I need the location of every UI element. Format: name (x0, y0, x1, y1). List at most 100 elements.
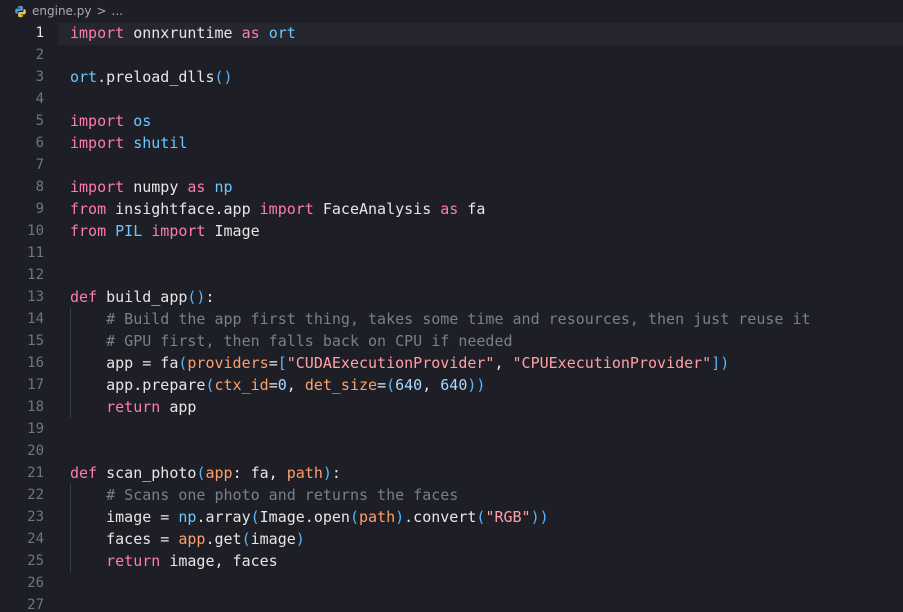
line-content: return image, faces (44, 550, 903, 572)
code-line[interactable]: 10 from PIL import Image (0, 220, 903, 242)
line-content: # GPU first, then falls back on CPU if n… (44, 330, 903, 352)
code-line[interactable]: 20 (0, 440, 903, 462)
code-token: np (214, 178, 233, 196)
code-token: import (259, 200, 314, 218)
line-content: faces = app.get(image) (44, 528, 903, 550)
code-editor[interactable]: 1 import onnxruntime as ort 2 3 ort.preload_… (0, 22, 903, 612)
line-content: from insightface.app import FaceAnalysis… (44, 198, 903, 220)
line-content: from PIL import Image (44, 220, 903, 242)
line-number: 22 (27, 487, 44, 503)
code-token: image (250, 530, 296, 548)
code-token: np (178, 508, 197, 526)
code-token: import (70, 178, 125, 196)
code-line[interactable]: 26 (0, 572, 903, 594)
line-content (44, 88, 903, 110)
code-line[interactable]: 24 faces = app.get(image) (0, 528, 903, 550)
code-lines: 1 import onnxruntime as ort 2 3 ort.preload_… (0, 22, 903, 612)
code-token: () (187, 288, 206, 306)
code-token: faces = (70, 530, 179, 548)
code-token: ( (241, 530, 251, 548)
code-token: ( (205, 376, 215, 394)
line-number: 8 (35, 179, 44, 195)
code-token: PIL (115, 222, 143, 240)
code-line[interactable]: 13 def build_app(): (0, 286, 903, 308)
code-token: ]) (711, 354, 730, 372)
line-content (44, 594, 903, 612)
chevron-right-icon: > (96, 4, 107, 18)
code-token: fa (458, 200, 486, 218)
code-token: ) (295, 530, 305, 548)
code-line[interactable]: 7 (0, 154, 903, 176)
code-line[interactable]: 5 import os (0, 110, 903, 132)
line-number: 18 (27, 399, 44, 415)
line-number: 12 (27, 267, 44, 283)
line-number: 7 (35, 157, 44, 173)
code-line[interactable]: 16 app = fa(providers=["CUDAExecutionPro… (0, 352, 903, 374)
code-line[interactable]: 14 # Build the app first thing, takes so… (0, 308, 903, 330)
code-line[interactable]: 15 # GPU first, then falls back on CPU i… (0, 330, 903, 352)
code-line[interactable]: 2 (0, 44, 903, 66)
code-line[interactable]: 22 # Scans one photo and returns the fac… (0, 484, 903, 506)
code-token: , (494, 354, 513, 372)
code-line[interactable]: 1 import onnxruntime as ort (0, 22, 903, 44)
code-token: ort (70, 68, 98, 86)
line-number: 1 (35, 25, 44, 41)
code-token: app (160, 398, 197, 416)
code-token: = (268, 376, 278, 394)
code-token: shutil (133, 134, 188, 152)
line-number: 4 (35, 91, 44, 107)
line-content: import numpy as np (44, 176, 903, 198)
line-number: 14 (27, 311, 44, 327)
line-content: def scan_photo(app: fa, path): (44, 462, 903, 484)
code-line[interactable]: 3 ort.preload_dlls() (0, 66, 903, 88)
code-token: from (70, 200, 107, 218)
code-token: .preload_dlls (97, 68, 215, 86)
code-token: : (331, 464, 341, 482)
code-line[interactable]: 25 return image, faces (0, 550, 903, 572)
code-line[interactable]: 19 (0, 418, 903, 440)
code-token: ort (268, 24, 296, 42)
code-token: () (214, 68, 233, 86)
code-line[interactable]: 4 (0, 88, 903, 110)
code-token: ) (322, 464, 332, 482)
code-token: as (440, 200, 459, 218)
code-token: app (178, 530, 206, 548)
code-line[interactable]: 12 (0, 264, 903, 286)
code-line[interactable]: 8 import numpy as np (0, 176, 903, 198)
line-content (44, 44, 903, 66)
code-line[interactable]: 27 (0, 594, 903, 612)
code-line[interactable]: 18 return app (0, 396, 903, 418)
line-number: 21 (27, 465, 44, 481)
code-token: )) (530, 508, 549, 526)
code-token: scan_photo (97, 464, 197, 482)
code-token: ( (250, 508, 260, 526)
code-line[interactable]: 21 def scan_photo(app: fa, path): (0, 462, 903, 484)
code-token: ( (386, 376, 396, 394)
line-content (44, 154, 903, 176)
code-line[interactable]: 9 from insightface.app import FaceAnalysi… (0, 198, 903, 220)
code-token: as (241, 24, 260, 42)
line-number: 20 (27, 443, 44, 459)
line-content: import shutil (44, 132, 903, 154)
line-number: 6 (35, 135, 44, 151)
breadcrumb-file[interactable]: engine.py (32, 4, 91, 18)
code-token: return (106, 552, 161, 570)
code-line[interactable]: 17 app.prepare(ctx_id=0, det_size=(640, … (0, 374, 903, 396)
code-token: 640 (395, 376, 423, 394)
code-token: path (359, 508, 396, 526)
code-line[interactable]: 6 import shutil (0, 132, 903, 154)
code-token: FaceAnalysis (313, 200, 441, 218)
code-token: , (422, 376, 441, 394)
line-number: 17 (27, 377, 44, 393)
code-line[interactable]: 11 (0, 242, 903, 264)
code-token: : (205, 288, 215, 306)
breadcrumb-more[interactable]: ... (112, 4, 123, 18)
code-line[interactable]: 23 image = np.array(Image.open(path).con… (0, 506, 903, 528)
line-number: 11 (27, 245, 44, 261)
